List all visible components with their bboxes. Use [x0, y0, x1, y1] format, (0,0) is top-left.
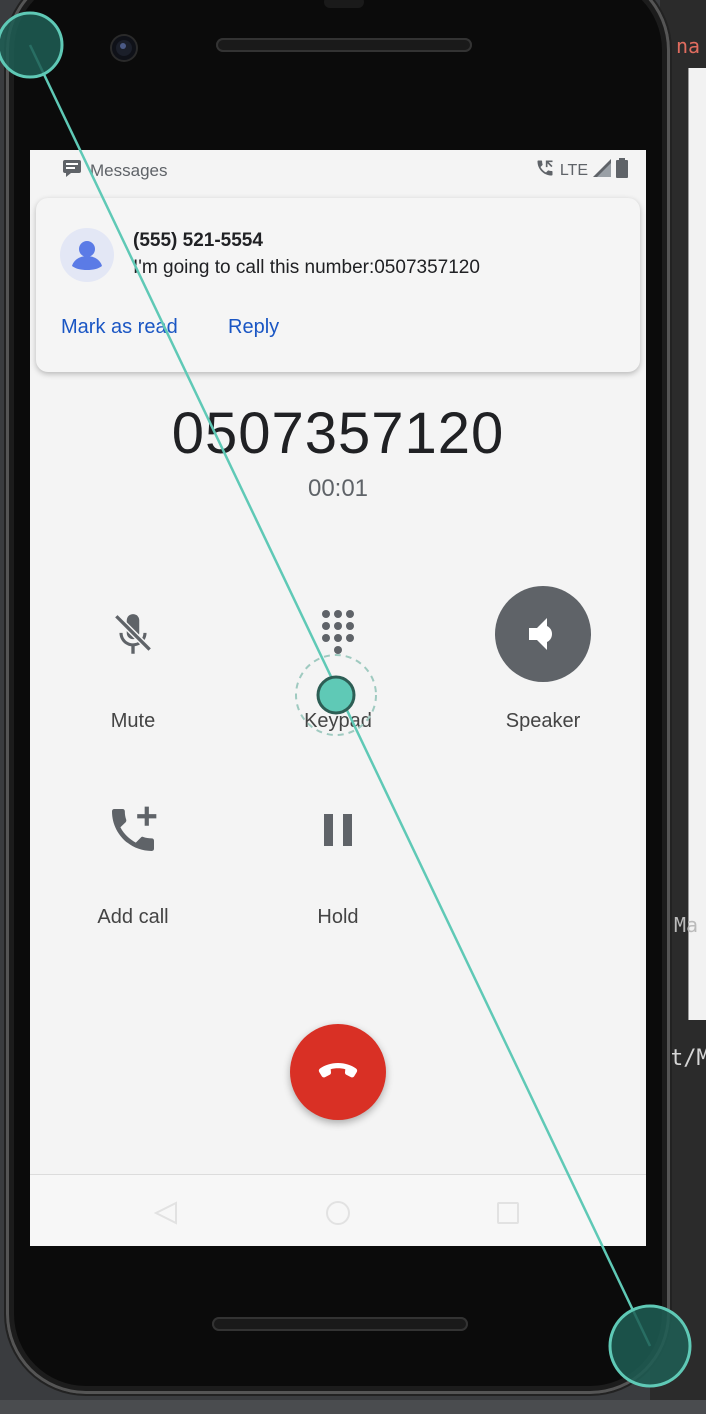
hold-button[interactable]: Hold [248, 786, 428, 928]
status-app-name: Messages [90, 160, 168, 180]
contact-avatar-icon [60, 228, 114, 282]
message-notification[interactable]: (555) 521-5554 I'm going to call this nu… [36, 198, 640, 372]
status-bar: Messages LTE [30, 150, 646, 188]
hold-label: Hold [317, 906, 359, 928]
dialpad-icon [313, 606, 363, 662]
add-call-button[interactable]: Add call [43, 786, 223, 928]
reply-button[interactable]: Reply [228, 316, 279, 339]
speaker-label: Speaker [505, 710, 581, 732]
call-duration: 00:01 [307, 475, 369, 502]
keypad-label: Keypad [304, 710, 372, 732]
phone-earpiece [324, 0, 364, 8]
signal-icon [593, 159, 611, 182]
background-editor-panel [688, 68, 706, 1020]
network-type: LTE [559, 161, 588, 179]
home-icon[interactable] [324, 1199, 352, 1232]
pause-icon [316, 808, 360, 852]
back-icon[interactable] [153, 1201, 178, 1230]
mute-label: Mute [110, 710, 156, 732]
phone-bottom-speaker [212, 1317, 468, 1331]
end-call-button[interactable] [290, 1024, 386, 1120]
messages-icon [62, 159, 82, 182]
mute-button[interactable]: Mute [43, 590, 223, 732]
mark-as-read-button[interactable]: Mark as read [61, 316, 178, 339]
phone-top-speaker [216, 38, 472, 52]
notification-sender: (555) 521-5554 [133, 230, 263, 251]
add-call-label: Add call [97, 906, 169, 928]
call-number: 0507357120 [171, 401, 505, 466]
phone-screen: Messages LTE (555) 521-5554 I'm going to… [30, 150, 646, 1246]
mic-off-icon [108, 610, 158, 660]
background-bottom-bar [0, 1400, 706, 1414]
volume-icon [519, 610, 567, 658]
call-end-icon [314, 1054, 362, 1095]
recents-icon[interactable] [496, 1201, 520, 1230]
navigation-bar [30, 1174, 646, 1246]
add-call-icon [105, 802, 161, 858]
battery-icon [616, 158, 628, 183]
speaker-button[interactable]: Speaker [453, 586, 633, 732]
keypad-button[interactable]: Keypad [248, 590, 428, 732]
background-text-fragment: na [676, 34, 701, 58]
notification-message: I'm going to call this number:0507357120 [133, 257, 480, 278]
phone-call-icon [535, 158, 555, 183]
background-text-fragment: Ma [674, 913, 699, 937]
front-camera [112, 36, 136, 60]
background-code-fragment: t/M [670, 1046, 706, 1071]
